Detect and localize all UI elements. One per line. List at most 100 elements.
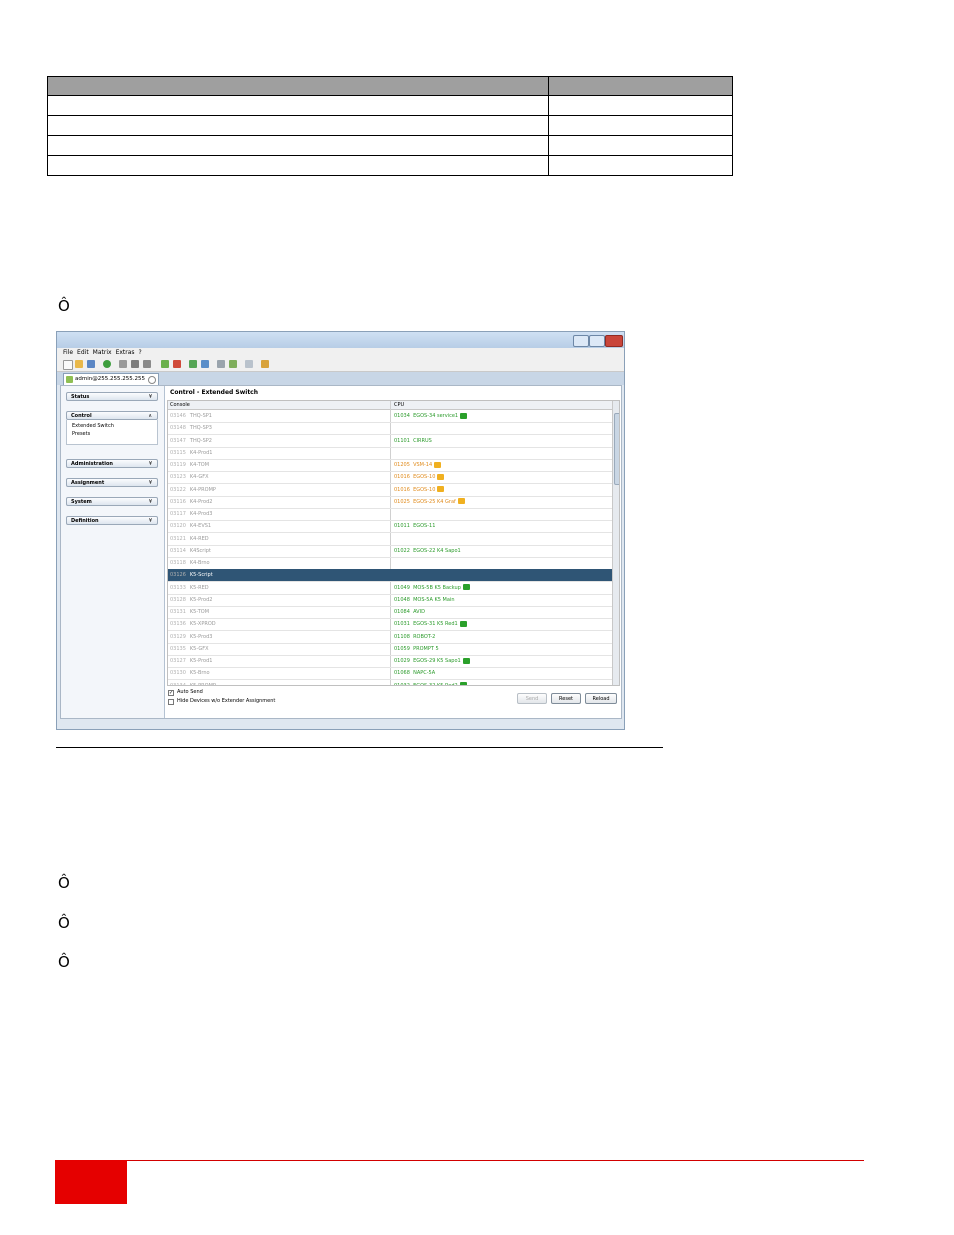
- menu-file[interactable]: File: [63, 349, 73, 356]
- refresh-icon[interactable]: [103, 360, 111, 368]
- menu-help[interactable]: ?: [139, 349, 142, 356]
- private-mode-icon: [460, 412, 468, 419]
- table-row[interactable]: 03128 K5-Prod2 01048 MOS-5A K5 Main: [168, 594, 612, 607]
- cpu-cell: 01205 VSM-14: [394, 459, 442, 471]
- print-icon[interactable]: [245, 360, 253, 368]
- sidebar-control-label: Control: [71, 413, 92, 419]
- auto-send-checkbox[interactable]: ✓: [168, 690, 174, 696]
- console-id: 03128: [170, 596, 186, 603]
- menu-edit[interactable]: Edit: [77, 349, 89, 356]
- table-row[interactable]: 03136 K5-XPROD 01031 EGOS-31 K5 Red1: [168, 618, 612, 632]
- menu-matrix[interactable]: Matrix: [93, 349, 112, 356]
- table-row[interactable]: 03146 THQ-SP1 01034 EGOS-34 service1: [168, 410, 612, 423]
- table-row[interactable]: 03131 K5-TOM 01084 AVID: [168, 606, 612, 619]
- cpu-cell: 01022 EGOS-22 K4 Sapo1: [394, 545, 461, 557]
- console-cell: 03134 K5-PROMP: [170, 680, 216, 686]
- console-id: 03133: [170, 584, 186, 591]
- sidebar-definition[interactable]: Definition ¥: [66, 516, 158, 525]
- cpu-cell: 01029 EGOS-29 K5 Sapo1: [394, 655, 470, 667]
- table-row[interactable]: 03123 K4-GFX 01016 EGOS-10: [168, 471, 612, 485]
- console-cell: 03114 K4Script: [170, 545, 211, 557]
- tab-close-icon[interactable]: [148, 376, 156, 384]
- console-name: K4Script: [189, 547, 211, 554]
- table-row[interactable]: 03147 THQ-SP2 01101 CIRRUS: [168, 435, 612, 448]
- table-row[interactable]: 03114 K4Script 01022 EGOS-22 K4 Sapo1: [168, 545, 612, 558]
- sidebar-definition-label: Definition: [71, 518, 99, 524]
- cpu-label: 01084 AVID: [394, 609, 425, 615]
- disconnect-icon[interactable]: [173, 360, 181, 368]
- table-row[interactable]: 03129 K5-Prod3 01108 ROBOT-2: [168, 631, 612, 644]
- table-row[interactable]: 03115 K4-Prod1: [168, 447, 612, 460]
- table-row[interactable]: 03117 K4-Prod3: [168, 508, 612, 521]
- send-button[interactable]: Send: [517, 693, 547, 704]
- sidebar-system[interactable]: System ¥: [66, 497, 158, 506]
- console-id: 03122: [170, 486, 186, 493]
- console-name: THQ-SP3: [189, 425, 212, 432]
- export-icon[interactable]: [229, 360, 237, 368]
- table-row[interactable]: 03116 K4-Prod2 01025 EGOS-25 K4 Graf: [168, 496, 612, 509]
- column-header-console[interactable]: Console: [170, 401, 190, 409]
- console-cell: 03116 K4-Prod2: [170, 496, 212, 508]
- sidebar-item-presets[interactable]: Presets: [72, 431, 90, 438]
- console-cell: 03130 K5-Brno: [170, 667, 210, 679]
- table-row[interactable]: 03118 K4-Brno: [168, 557, 612, 570]
- table-row[interactable]: 03119 K4-TOM 01205 VSM-14: [168, 459, 612, 472]
- arrow-bullet-icon: Ô: [58, 953, 70, 971]
- column-header-cpu[interactable]: CPU: [394, 401, 404, 409]
- sidebar-item-extended-switch[interactable]: Extended Switch: [72, 423, 114, 430]
- copy-icon[interactable]: [131, 360, 139, 368]
- console-name: K5-Prod1: [189, 658, 213, 664]
- table-row[interactable]: 03121 K4-RED: [168, 533, 612, 546]
- sidebar-status[interactable]: Status ¥: [66, 392, 158, 401]
- console-id: 03117: [170, 511, 186, 517]
- cut-icon[interactable]: [119, 360, 127, 368]
- close-button[interactable]: [605, 335, 623, 347]
- scrollbar-thumb[interactable]: [614, 413, 619, 485]
- sidebar-control-panel: Extended Switch Presets: [66, 420, 158, 445]
- connect-icon[interactable]: [161, 360, 169, 368]
- tab-admin-session[interactable]: admin@255.255.255.255: [63, 373, 159, 385]
- console-name: THQ-SP1: [189, 413, 212, 419]
- save-icon[interactable]: [87, 360, 95, 368]
- table-row[interactable]: 03148 THQ-SP3: [168, 422, 612, 436]
- vertical-scrollbar[interactable]: [612, 401, 619, 685]
- download-icon[interactable]: [201, 360, 209, 368]
- console-name: K5-GFX: [189, 645, 209, 652]
- table-row[interactable]: 03120 K4-EVS1 01011 EGOS-11: [168, 520, 612, 534]
- table-row[interactable]: 03126 K5-Script: [168, 569, 612, 583]
- settings-icon[interactable]: [261, 360, 269, 368]
- menu-extras[interactable]: Extras: [116, 349, 135, 356]
- maximize-button[interactable]: [589, 335, 605, 347]
- table-row[interactable]: 03133 K5-RED 01049 MOS-5B K5 Backup: [168, 582, 612, 595]
- hide-devices-checkbox[interactable]: [168, 699, 174, 705]
- cpu-label: 01029 EGOS-29 K5 Sapo1: [394, 658, 461, 664]
- sidebar-administration[interactable]: Administration ¥: [66, 459, 158, 468]
- console-id: 03148: [170, 425, 186, 432]
- cpu-cell: 01016 EGOS-10: [394, 471, 445, 483]
- arrow-bullet-icon: Ô: [58, 874, 70, 892]
- new-icon[interactable]: [63, 360, 73, 370]
- console-cell: 03123 K4-GFX: [170, 471, 209, 483]
- table-row[interactable]: 03127 K5-Prod1 01029 EGOS-29 K5 Sapo1: [168, 655, 612, 668]
- open-folder-icon[interactable]: [75, 360, 83, 368]
- footer-rule: [127, 1160, 864, 1161]
- document-icon[interactable]: [217, 360, 225, 368]
- console-name: K4-Prod2: [189, 498, 213, 505]
- table-row[interactable]: 03135 K5-GFX 01059 PROMPT 5: [168, 643, 612, 656]
- console-id: 03135: [170, 645, 186, 652]
- sidebar-control[interactable]: Control ∧: [66, 411, 158, 420]
- minimize-button[interactable]: [573, 335, 589, 347]
- console-name: K5-PROMP: [189, 682, 216, 686]
- reset-button[interactable]: Reset: [551, 693, 581, 704]
- cpu-label: 01016 EGOS-10: [394, 486, 436, 493]
- reload-button[interactable]: Reload: [585, 693, 617, 704]
- table-row[interactable]: 03122 K4-PROMP 01016 EGOS-10: [168, 484, 612, 497]
- table-row[interactable]: 03130 K5-Brno 01068 NAPC-5A: [168, 667, 612, 681]
- paste-icon[interactable]: [143, 360, 151, 368]
- upload-icon[interactable]: [189, 360, 197, 368]
- table-header-row: [47, 76, 733, 96]
- table-row[interactable]: 03134 K5-PROMP 01032 EGOS-32 K5 Red2: [168, 680, 612, 686]
- connection-icon: [66, 376, 73, 383]
- sidebar-assignment[interactable]: Assignment ¥: [66, 478, 158, 487]
- console-name: K4-PROMP: [189, 486, 216, 493]
